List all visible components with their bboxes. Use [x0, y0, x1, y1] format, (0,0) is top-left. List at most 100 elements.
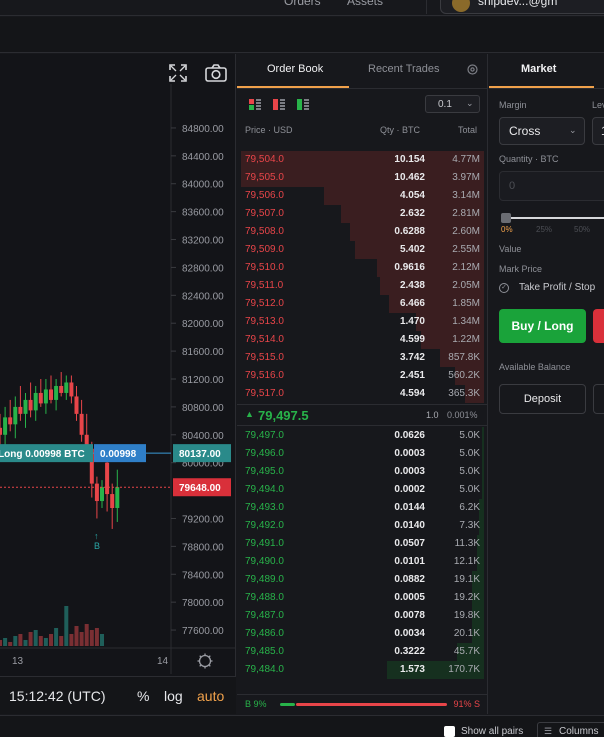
bid-row[interactable]: 79,492.0 0.0140 7.3K [237, 517, 488, 535]
columns-button[interactable]: ☰ Columns [537, 722, 604, 737]
show-all-pairs-checkbox[interactable] [444, 726, 455, 737]
camera-icon[interactable] [204, 63, 228, 86]
leverage-select[interactable]: 1 [592, 117, 604, 145]
tab-market[interactable]: Market [521, 63, 556, 75]
slider-tick-25[interactable]: 25% [536, 225, 552, 234]
ask-price: 79,512.0 [245, 298, 284, 309]
quantity-label: Quantity · BTC [499, 154, 559, 164]
percent-toggle[interactable]: % [137, 688, 149, 704]
bid-row[interactable]: 79,495.0 0.0003 5.0K [237, 463, 488, 481]
volume-bar [89, 630, 94, 646]
bid-qty: 0.3222 [394, 646, 425, 657]
ask-row[interactable]: 79,510.0 0.9616 2.12M [237, 259, 488, 277]
auto-toggle[interactable]: auto [197, 688, 224, 704]
ask-row[interactable]: 79,506.0 4.054 3.14M [237, 187, 488, 205]
chart-clock: 15:12:42 (UTC) [9, 688, 106, 704]
bid-row[interactable]: 79,494.0 0.0002 5.0K [237, 481, 488, 499]
asks-view-icon[interactable] [273, 99, 285, 113]
ask-row[interactable]: 79,516.0 2.451 560.2K [237, 367, 488, 385]
show-all-pairs-label[interactable]: Show all pairs [461, 726, 523, 737]
candle-body [33, 392, 38, 411]
ask-row[interactable]: 79,514.0 4.599 1.22M [237, 331, 488, 349]
chart-toolbar: 15:12:42 (UTC) % log auto [0, 676, 236, 714]
quantity-input[interactable]: 0 [499, 171, 604, 201]
slider-tick-0[interactable]: 0% [501, 225, 513, 234]
bid-depth-bar [482, 463, 484, 481]
both-sides-view-icon[interactable] [249, 99, 261, 113]
checkmark-circle-icon[interactable]: ✓ [499, 283, 509, 293]
ask-row[interactable]: 79,511.0 2.438 2.05M [237, 277, 488, 295]
positions-footer: Show all pairs ☰ Columns [0, 715, 604, 737]
bid-price: 79,485.0 [245, 646, 284, 657]
ask-row[interactable]: 79,507.0 2.632 2.81M [237, 205, 488, 223]
order-form: Market Margin Lev Cross ⌄ 1 Quantity · B… [489, 54, 604, 714]
ask-row[interactable]: 79,508.0 0.6288 2.60M [237, 223, 488, 241]
buy-long-button[interactable]: Buy / Long [499, 309, 586, 343]
volume-bar [28, 632, 33, 646]
settings-icon[interactable] [466, 63, 479, 79]
quantity-slider[interactable] [503, 217, 604, 219]
position-size-label: 0.00998 [100, 449, 137, 460]
ask-row[interactable]: 79,513.0 1.470 1.34M [237, 313, 488, 331]
tab-recent-trades[interactable]: Recent Trades [368, 63, 440, 75]
candle-body [54, 385, 59, 400]
ask-row[interactable]: 79,515.0 3.742 857.8K [237, 349, 488, 367]
bid-row[interactable]: 79,488.0 0.0005 19.2K [237, 589, 488, 607]
bid-price: 79,488.0 [245, 592, 284, 603]
bid-row[interactable]: 79,493.0 0.0144 6.2K [237, 499, 488, 517]
fullscreen-icon[interactable] [168, 63, 188, 86]
tab-order-book[interactable]: Order Book [267, 63, 323, 75]
bid-row[interactable]: 79,487.0 0.0078 19.8K [237, 607, 488, 625]
ask-price: 79,515.0 [245, 352, 284, 363]
deposit-button[interactable]: Deposit [499, 384, 586, 414]
slider-tick-50[interactable]: 50% [574, 225, 590, 234]
secondary-button[interactable] [593, 384, 604, 414]
ask-price: 79,514.0 [245, 334, 284, 345]
ask-price: 79,509.0 [245, 244, 284, 255]
gear-icon [198, 654, 212, 668]
price-chart[interactable]: 84800.00 84400.00 84000.00 83600.00 83200.00… [0, 54, 236, 714]
nav-orders[interactable]: Orders [284, 0, 321, 8]
bid-row[interactable]: 79,491.0 0.0507 11.3K [237, 535, 488, 553]
quantity-placeholder: 0 [509, 180, 516, 192]
ask-row[interactable]: 79,504.0 10.154 4.77M [237, 151, 488, 169]
ask-price: 79,508.0 [245, 226, 284, 237]
candle-body [115, 487, 120, 509]
log-toggle[interactable]: log [164, 688, 183, 704]
buy-sell-ratio: B 9% 91% S [237, 694, 488, 712]
ask-row[interactable]: 79,505.0 10.462 3.97M [237, 169, 488, 187]
col-total: Total [458, 125, 478, 135]
candle-body [100, 487, 104, 502]
bid-row[interactable]: 79,489.0 0.0882 19.1K [237, 571, 488, 589]
bid-row[interactable]: 79,490.0 0.0101 12.1K [237, 553, 488, 571]
precision-select[interactable]: 0.1 ⌄ [425, 95, 480, 113]
gear-icon-tooth [208, 655, 211, 658]
buy-ratio-bar [280, 703, 295, 706]
candle-body [79, 413, 84, 435]
bid-row[interactable]: 79,496.0 0.0003 5.0K [237, 445, 488, 463]
ask-row[interactable]: 79,517.0 4.594 365.3K [237, 385, 488, 403]
bid-row[interactable]: 79,485.0 0.3222 45.7K [237, 643, 488, 661]
ask-total: 2.60M [452, 226, 480, 237]
y-tick-label: 78800.00 [182, 542, 224, 553]
bid-qty: 0.0003 [394, 466, 425, 477]
candle-body [74, 396, 79, 414]
ask-row[interactable]: 79,509.0 5.402 2.55M [237, 241, 488, 259]
ask-row[interactable]: 79,512.0 6.466 1.85M [237, 295, 488, 313]
bid-row[interactable]: 79,484.0 1.573 170.7K [237, 661, 488, 679]
candle-body [94, 483, 99, 502]
slider-handle[interactable] [501, 213, 511, 223]
bid-row[interactable]: 79,497.0 0.0626 5.0K [237, 427, 488, 445]
bids-view-icon[interactable] [297, 99, 309, 113]
margin-mode-select[interactable]: Cross ⌄ [499, 117, 585, 145]
bid-row[interactable]: 79,486.0 0.0034 20.1K [237, 625, 488, 643]
candlestick-chart[interactable]: 84800.00 84400.00 84000.00 83600.00 83200.00… [0, 54, 236, 676]
candle-body [23, 399, 28, 414]
y-tick-label: 84000.00 [182, 180, 224, 191]
x-tick-label: 13 [12, 656, 24, 667]
ask-total: 2.05M [452, 280, 480, 291]
ask-price: 79,510.0 [245, 262, 284, 273]
nav-assets[interactable]: Assets [347, 0, 383, 8]
bid-price: 79,497.0 [245, 430, 284, 441]
sell-short-button[interactable] [593, 309, 604, 343]
